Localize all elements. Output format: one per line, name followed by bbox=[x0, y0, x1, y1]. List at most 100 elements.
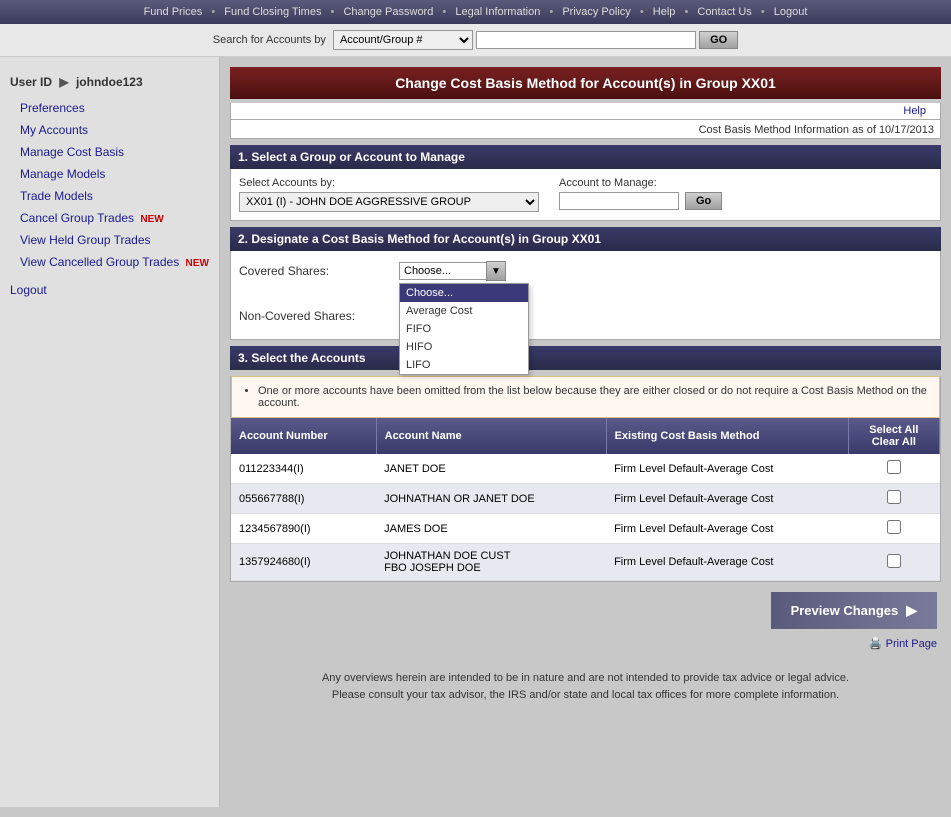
account-go-button[interactable]: Go bbox=[685, 192, 722, 210]
preview-btn-row: Preview Changes bbox=[230, 582, 941, 633]
cost-basis-date: Cost Basis Method Information as of 10/1… bbox=[699, 124, 934, 136]
nav-sep-2: • bbox=[331, 6, 335, 18]
account-to-manage-label: Account to Manage: bbox=[559, 177, 679, 189]
nav-change-password[interactable]: Change Password bbox=[343, 6, 433, 18]
section1-header: 1. Select a Group or Account to Manage bbox=[230, 145, 941, 169]
nav-sep-1: • bbox=[211, 6, 215, 18]
covered-shares-row: Covered Shares: Choose... ▼ Choose... Av… bbox=[239, 261, 932, 281]
cell-existing-method: Firm Level Default-Average Cost bbox=[606, 454, 848, 484]
sidebar-item-view-cancelled-group-trades[interactable]: View Cancelled Group Trades NEW bbox=[0, 251, 219, 273]
row-checkbox[interactable] bbox=[887, 490, 901, 504]
nav-sep-6: • bbox=[684, 6, 688, 18]
search-label: Search for Accounts by bbox=[213, 34, 326, 46]
row-checkbox[interactable] bbox=[887, 554, 901, 568]
covered-select-display[interactable]: Choose... bbox=[399, 262, 487, 280]
main-content: Change Cost Basis Method for Account(s) … bbox=[220, 57, 951, 807]
section3-header: 3. Select the Accounts bbox=[230, 346, 941, 370]
sidebar-item-preferences[interactable]: Preferences bbox=[0, 97, 219, 119]
footer-disclaimer: Any overviews herein are intended to be … bbox=[230, 654, 941, 713]
sidebar-item-manage-cost-basis[interactable]: Manage Cost Basis bbox=[0, 141, 219, 163]
cell-account-name: JANET DOE bbox=[376, 454, 606, 484]
col-select-all: Select All Clear All bbox=[848, 418, 939, 454]
table-row: 1357924680(I)JOHNATHAN DOE CUSTFBO JOSEP… bbox=[231, 544, 940, 581]
covered-dropdown-wrapper: Choose... ▼ Choose... Average Cost FIFO … bbox=[399, 261, 506, 281]
sidebar-item-view-held-group-trades[interactable]: View Held Group Trades bbox=[0, 229, 219, 251]
cell-account-number: 1357924680(I) bbox=[231, 544, 376, 581]
nav-help[interactable]: Help bbox=[653, 6, 676, 18]
col-account-number: Account Number bbox=[231, 418, 376, 454]
section2-body: Covered Shares: Choose... ▼ Choose... Av… bbox=[230, 251, 941, 340]
non-covered-label: Non-Covered Shares: bbox=[239, 309, 399, 323]
cell-checkbox bbox=[848, 544, 939, 581]
nav-sep-5: • bbox=[640, 6, 644, 18]
cell-existing-method: Firm Level Default-Average Cost bbox=[606, 514, 848, 544]
cell-account-name: JOHNATHAN OR JANET DOE bbox=[376, 484, 606, 514]
sidebar: User ID ▶ johndoe123 Preferences My Acco… bbox=[0, 57, 220, 807]
sidebar-item-cancel-group-trades[interactable]: Cancel Group Trades NEW bbox=[0, 207, 219, 229]
cell-checkbox bbox=[848, 514, 939, 544]
print-link[interactable]: Print Page bbox=[886, 638, 937, 650]
account-group-select[interactable]: XX01 (I) - JOHN DOE AGGRESSIVE GROUP XX0… bbox=[239, 192, 539, 212]
nav-sep-4: • bbox=[549, 6, 553, 18]
sidebar-item-trade-models[interactable]: Trade Models bbox=[0, 185, 219, 207]
footer-line2: Please consult your tax advisor, the IRS… bbox=[270, 687, 901, 704]
covered-dropdown-arrow[interactable]: ▼ bbox=[486, 261, 506, 281]
sidebar-item-manage-models[interactable]: Manage Models bbox=[0, 163, 219, 185]
dropdown-opt-average-cost[interactable]: Average Cost bbox=[400, 302, 528, 320]
search-bar: Search for Accounts by Account/Group # A… bbox=[0, 24, 951, 57]
warning-box: One or more accounts have been omitted f… bbox=[231, 376, 940, 418]
cell-existing-method: Firm Level Default-Average Cost bbox=[606, 484, 848, 514]
search-by-select[interactable]: Account/Group # Account Name SSN/TIN bbox=[333, 30, 473, 50]
dropdown-opt-lifo[interactable]: LIFO bbox=[400, 356, 528, 374]
new-badge-cancelled: NEW bbox=[186, 258, 209, 269]
main-layout: User ID ▶ johndoe123 Preferences My Acco… bbox=[0, 57, 951, 807]
nav-fund-closing-times[interactable]: Fund Closing Times bbox=[224, 6, 321, 18]
table-row: 011223344(I)JANET DOEFirm Level Default-… bbox=[231, 454, 940, 484]
nav-privacy-policy[interactable]: Privacy Policy bbox=[562, 6, 630, 18]
select-accounts-row: Select Accounts by: XX01 (I) - JOHN DOE … bbox=[239, 177, 932, 212]
row-checkbox[interactable] bbox=[887, 520, 901, 534]
nav-legal-information[interactable]: Legal Information bbox=[455, 6, 540, 18]
dropdown-opt-choose[interactable]: Choose... bbox=[400, 284, 528, 302]
cell-existing-method: Firm Level Default-Average Cost bbox=[606, 544, 848, 581]
nav-fund-prices[interactable]: Fund Prices bbox=[144, 6, 203, 18]
select-all-label[interactable]: Select All bbox=[857, 424, 931, 436]
clear-all-label[interactable]: Clear All bbox=[857, 436, 931, 448]
nav-logout-top[interactable]: Logout bbox=[774, 6, 808, 18]
search-go-button[interactable]: GO bbox=[699, 31, 738, 49]
sidebar-item-my-accounts[interactable]: My Accounts bbox=[0, 119, 219, 141]
row-checkbox[interactable] bbox=[887, 460, 901, 474]
table-row: 1234567890(I)JAMES DOEFirm Level Default… bbox=[231, 514, 940, 544]
section2-header: 2. Designate a Cost Basis Method for Acc… bbox=[230, 227, 941, 251]
cell-checkbox bbox=[848, 484, 939, 514]
accounts-table: Account Number Account Name Existing Cos… bbox=[231, 418, 940, 581]
account-manage-group: Account to Manage: Go bbox=[559, 177, 722, 210]
account-to-manage-input[interactable] bbox=[559, 192, 679, 210]
warning-text: One or more accounts have been omitted f… bbox=[258, 385, 929, 409]
dropdown-opt-hifo[interactable]: HIFO bbox=[400, 338, 528, 356]
user-id-arrow: ▶ bbox=[59, 75, 68, 89]
section3-body: One or more accounts have been omitted f… bbox=[230, 376, 941, 582]
covered-shares-label: Covered Shares: bbox=[239, 264, 399, 278]
print-icon: 🖨️ bbox=[869, 638, 883, 650]
col-account-name: Account Name bbox=[376, 418, 606, 454]
select-accounts-label: Select Accounts by: bbox=[239, 177, 539, 189]
print-row: 🖨️ Print Page bbox=[230, 633, 941, 654]
help-link[interactable]: Help bbox=[903, 105, 926, 117]
nav-contact-us[interactable]: Contact Us bbox=[697, 6, 751, 18]
username: johndoe123 bbox=[76, 75, 143, 89]
dropdown-opt-fifo[interactable]: FIFO bbox=[400, 320, 528, 338]
sidebar-logout[interactable]: Logout bbox=[0, 273, 219, 301]
user-id-label: User ID bbox=[10, 75, 52, 89]
search-input[interactable] bbox=[476, 31, 696, 49]
cell-checkbox bbox=[848, 454, 939, 484]
page-header: Change Cost Basis Method for Account(s) … bbox=[230, 67, 941, 99]
col-existing-method: Existing Cost Basis Method bbox=[606, 418, 848, 454]
cell-account-number: 011223344(I) bbox=[231, 454, 376, 484]
cell-account-number: 055667788(I) bbox=[231, 484, 376, 514]
table-row: 055667788(I)JOHNATHAN OR JANET DOEFirm L… bbox=[231, 484, 940, 514]
select-accounts-group: Select Accounts by: XX01 (I) - JOHN DOE … bbox=[239, 177, 539, 212]
preview-changes-button[interactable]: Preview Changes bbox=[771, 592, 937, 629]
nav-sep-3: • bbox=[442, 6, 446, 18]
sidebar-nav: Preferences My Accounts Manage Cost Basi… bbox=[0, 97, 219, 273]
